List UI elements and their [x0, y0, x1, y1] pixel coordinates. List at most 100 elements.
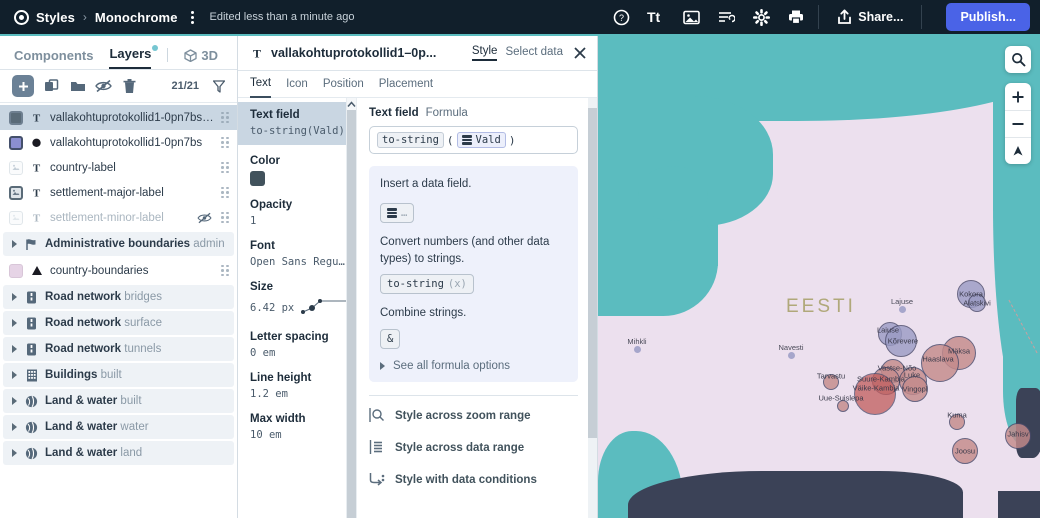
property-font[interactable]: Font Open Sans Regu…: [250, 240, 346, 268]
legend-icon[interactable]: [716, 7, 736, 27]
layer-swatch[interactable]: [9, 135, 23, 150]
app-logo-icon: [14, 9, 29, 25]
tab-components[interactable]: Components: [14, 48, 93, 69]
formula-heading: Text field Formula: [369, 107, 578, 119]
publish-button[interactable]: Publish...: [946, 3, 1030, 31]
link-label: Style with data conditions: [395, 474, 537, 487]
insert-data-field-button[interactable]: …: [380, 202, 415, 223]
compass-icon[interactable]: [1005, 137, 1031, 164]
layer-swatch[interactable]: [9, 160, 23, 175]
layer-swatch[interactable]: [9, 210, 23, 225]
scrollbar-thumb[interactable]: [588, 108, 597, 438]
drag-handle-icon[interactable]: [221, 264, 229, 277]
layer-group-land-water-water[interactable]: Land & water water: [3, 415, 234, 439]
map-canvas[interactable]: EESTI Lajuse Mihkli Navesti Kokora Alats…: [598, 36, 1040, 518]
layer-row-country-label[interactable]: T country-label: [0, 155, 237, 180]
tab-layers[interactable]: Layers: [109, 45, 159, 69]
property-color[interactable]: Color: [250, 155, 346, 186]
trash-icon[interactable]: [121, 78, 138, 95]
tab-select-data[interactable]: Select data: [505, 46, 563, 60]
formula-field-name: Vald: [475, 134, 501, 146]
close-icon[interactable]: [571, 46, 587, 60]
layer-group-administrative-boundaries[interactable]: Administrative boundaries admin: [3, 232, 234, 256]
layer-row-settlement-minor-label[interactable]: T settlement-minor-label: [0, 205, 237, 230]
expand-chevron-icon[interactable]: [12, 293, 17, 301]
scroll-up-icon[interactable]: [347, 98, 356, 108]
zoom-in-icon[interactable]: [1005, 83, 1031, 110]
property-value: to-string(Vald): [250, 125, 345, 137]
combine-strings-button[interactable]: &: [380, 328, 401, 349]
share-button[interactable]: Share...: [831, 5, 909, 29]
layer-row-country-boundaries[interactable]: country-boundaries: [0, 258, 237, 283]
expand-chevron-icon[interactable]: [12, 240, 17, 248]
expand-chevron-icon[interactable]: [12, 345, 17, 353]
breadcrumb-current[interactable]: Monochrome: [95, 10, 178, 25]
style-with-data-conditions-link[interactable]: Style with data conditions: [369, 471, 578, 490]
layer-swatch[interactable]: [9, 110, 23, 125]
layer-swatch[interactable]: [9, 185, 23, 200]
to-string-button[interactable]: to-string (x): [380, 274, 474, 295]
drag-handle-icon[interactable]: [221, 211, 229, 224]
text-size-icon[interactable]: Tt: [646, 7, 666, 27]
subtab-placement[interactable]: Placement: [379, 71, 433, 98]
expand-chevron-icon[interactable]: [12, 449, 17, 457]
formula-function-token[interactable]: to-string: [377, 132, 444, 148]
tab-3d[interactable]: 3D: [184, 48, 218, 69]
style-across-zoom-range-link[interactable]: Style across zoom range: [369, 407, 578, 426]
layer-row-settlement-major-label[interactable]: T settlement-major-label: [0, 180, 237, 205]
folder-icon[interactable]: [69, 78, 86, 95]
text-layer-icon: T: [250, 47, 263, 59]
style-across-data-range-link[interactable]: Style across data range: [369, 439, 578, 458]
subtab-text[interactable]: Text: [250, 71, 272, 98]
layer-group-land-water-built[interactable]: Land & water built: [3, 389, 234, 413]
property-opacity[interactable]: Opacity 1: [250, 199, 346, 227]
subtab-position[interactable]: Position: [323, 71, 364, 98]
subtab-icon[interactable]: Icon: [286, 71, 308, 98]
layer-group-road-network-tunnels[interactable]: Road network tunnels: [3, 337, 234, 361]
scrollbar-thumb[interactable]: [347, 110, 356, 518]
property-value: 1: [250, 215, 257, 227]
expand-chevron-icon[interactable]: [12, 371, 17, 379]
layer-group-buildings-built[interactable]: Buildings built: [3, 363, 234, 387]
search-icon[interactable]: [1005, 46, 1031, 73]
layer-row-vallakohtuprotokollid[interactable]: vallakohtuprotokollid1-0pn7bs: [0, 130, 237, 155]
property-list-scrollbar[interactable]: [346, 98, 357, 518]
duplicate-icon[interactable]: [43, 78, 60, 95]
tab-style[interactable]: Style: [471, 45, 498, 61]
property-letter-spacing[interactable]: Letter spacing 0 em: [250, 331, 346, 359]
formula-field-token[interactable]: Vald: [456, 132, 506, 148]
style-options-kebab-icon[interactable]: [185, 8, 200, 27]
expand-chevron-icon[interactable]: [12, 423, 17, 431]
drag-handle-icon[interactable]: [221, 111, 229, 124]
expand-chevron-icon[interactable]: [12, 319, 17, 327]
formula-input[interactable]: to-string ( Vald ): [369, 126, 578, 154]
filter-icon[interactable]: [213, 79, 225, 93]
hide-icon[interactable]: [95, 78, 112, 95]
layer-swatch[interactable]: [9, 263, 23, 278]
layer-hidden-icon[interactable]: [197, 212, 212, 224]
layer-group-land-water-land[interactable]: Land & water land: [3, 441, 234, 465]
see-all-formula-options[interactable]: See all formula options: [380, 360, 567, 372]
globe-icon: [25, 395, 38, 408]
layer-group-road-network-surface[interactable]: Road network surface: [3, 311, 234, 335]
help-icon[interactable]: ?: [611, 7, 631, 27]
zoom-out-icon[interactable]: [1005, 110, 1031, 137]
property-line-height[interactable]: Line height 1.2 em: [250, 372, 346, 400]
print-icon[interactable]: [786, 7, 806, 27]
style-panel: T vallakohtuprotokollid1–0p... Style Sel…: [238, 36, 598, 518]
drag-handle-icon[interactable]: [221, 161, 229, 174]
image-icon[interactable]: [681, 7, 701, 27]
breadcrumb-styles[interactable]: Styles: [36, 10, 75, 25]
property-text-field[interactable]: Text field to-string(Vald): [238, 102, 352, 145]
style-panel-scrollbar[interactable]: [588, 98, 597, 518]
settings-icon[interactable]: [751, 7, 771, 27]
layer-row-vallakohtuprotokollid-1[interactable]: T vallakohtuprotokollid1-0pn7bs (1): [0, 105, 237, 130]
expand-chevron-icon[interactable]: [12, 397, 17, 405]
drag-handle-icon[interactable]: [221, 136, 229, 149]
color-swatch[interactable]: [250, 171, 265, 186]
property-size[interactable]: Size 6.42 px: [250, 281, 353, 318]
drag-handle-icon[interactable]: [221, 186, 229, 199]
add-layer-button[interactable]: [12, 75, 34, 97]
layer-group-road-network-bridges[interactable]: Road network bridges: [3, 285, 234, 309]
property-max-width[interactable]: Max width 10 em: [250, 413, 346, 441]
